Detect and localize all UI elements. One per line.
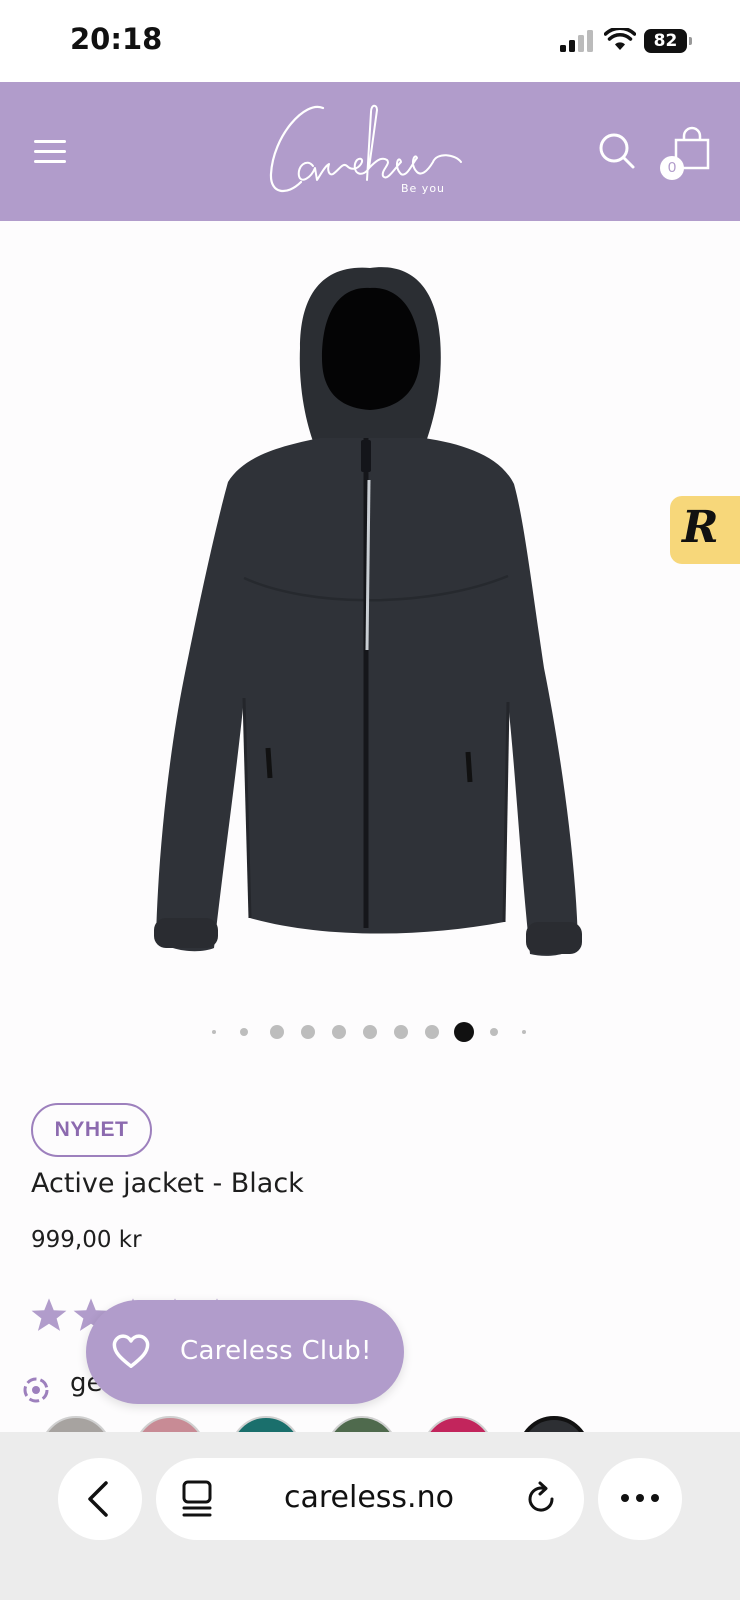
color-swatch[interactable] <box>40 1416 112 1432</box>
pagination-dot[interactable] <box>301 1025 315 1039</box>
pagination-dot[interactable] <box>212 1030 216 1034</box>
color-swatch[interactable] <box>422 1416 494 1432</box>
heart-icon <box>112 1334 150 1368</box>
address-bar[interactable]: careless.no <box>156 1458 584 1540</box>
reviews-badge-icon <box>23 1377 49 1403</box>
search-icon[interactable] <box>596 130 638 172</box>
pagination-dot[interactable] <box>522 1030 526 1034</box>
star-icon <box>31 1298 67 1331</box>
pagination-dot-active[interactable] <box>454 1022 474 1042</box>
product-image[interactable] <box>140 258 600 978</box>
status-time: 20:18 <box>70 22 163 56</box>
pagination-dot[interactable] <box>394 1025 408 1039</box>
url-text: careless.no <box>284 1480 454 1515</box>
more-options-button[interactable] <box>598 1458 682 1540</box>
menu-icon-line <box>34 150 66 153</box>
pagination-dot[interactable] <box>270 1025 284 1039</box>
product-price: 999,00 kr <box>31 1227 142 1253</box>
new-badge: NYHET <box>31 1103 152 1157</box>
careless-logo[interactable]: Be you <box>265 96 475 208</box>
cart-count-badge: 0 <box>660 156 684 180</box>
battery-tip <box>689 37 692 45</box>
tabs-icon <box>182 1480 212 1517</box>
site-header: Be you 0 <box>0 82 740 221</box>
careless-club-button[interactable]: Careless Club! <box>86 1300 404 1404</box>
pagination-dot[interactable] <box>490 1028 498 1036</box>
menu-icon-line <box>34 160 66 163</box>
cellular-signal-icon <box>560 30 593 52</box>
rewards-logo: R <box>682 502 719 553</box>
battery-level: 82 <box>644 29 687 53</box>
chevron-left-icon <box>88 1481 108 1517</box>
wifi-icon <box>604 28 636 50</box>
pagination-dot[interactable] <box>363 1025 377 1039</box>
menu-button[interactable] <box>30 134 70 168</box>
color-swatch-selected[interactable] <box>518 1416 590 1432</box>
browser-toolbar: careless.no <box>0 1432 740 1600</box>
menu-icon <box>34 140 66 143</box>
back-button[interactable] <box>58 1458 142 1540</box>
status-bar: 20:18 82 <box>0 0 740 82</box>
more-icon <box>621 1494 659 1502</box>
rewards-launcher[interactable]: R <box>670 496 740 564</box>
pagination-dot[interactable] <box>240 1028 248 1036</box>
color-swatch[interactable] <box>134 1416 206 1432</box>
product-title: Active jacket - Black <box>31 1168 304 1199</box>
reload-icon[interactable] <box>522 1480 560 1518</box>
color-swatch[interactable] <box>326 1416 398 1432</box>
color-swatch[interactable] <box>230 1416 302 1432</box>
gallery-pagination <box>200 1020 540 1044</box>
pagination-dot[interactable] <box>332 1025 346 1039</box>
svg-text:Be you: Be you <box>401 182 445 195</box>
pagination-dot[interactable] <box>425 1025 439 1039</box>
color-swatches <box>0 1412 740 1432</box>
careless-club-label: Careless Club! <box>180 1336 372 1366</box>
cart-button[interactable]: 0 <box>660 126 710 180</box>
battery-indicator: 82 <box>644 29 692 53</box>
